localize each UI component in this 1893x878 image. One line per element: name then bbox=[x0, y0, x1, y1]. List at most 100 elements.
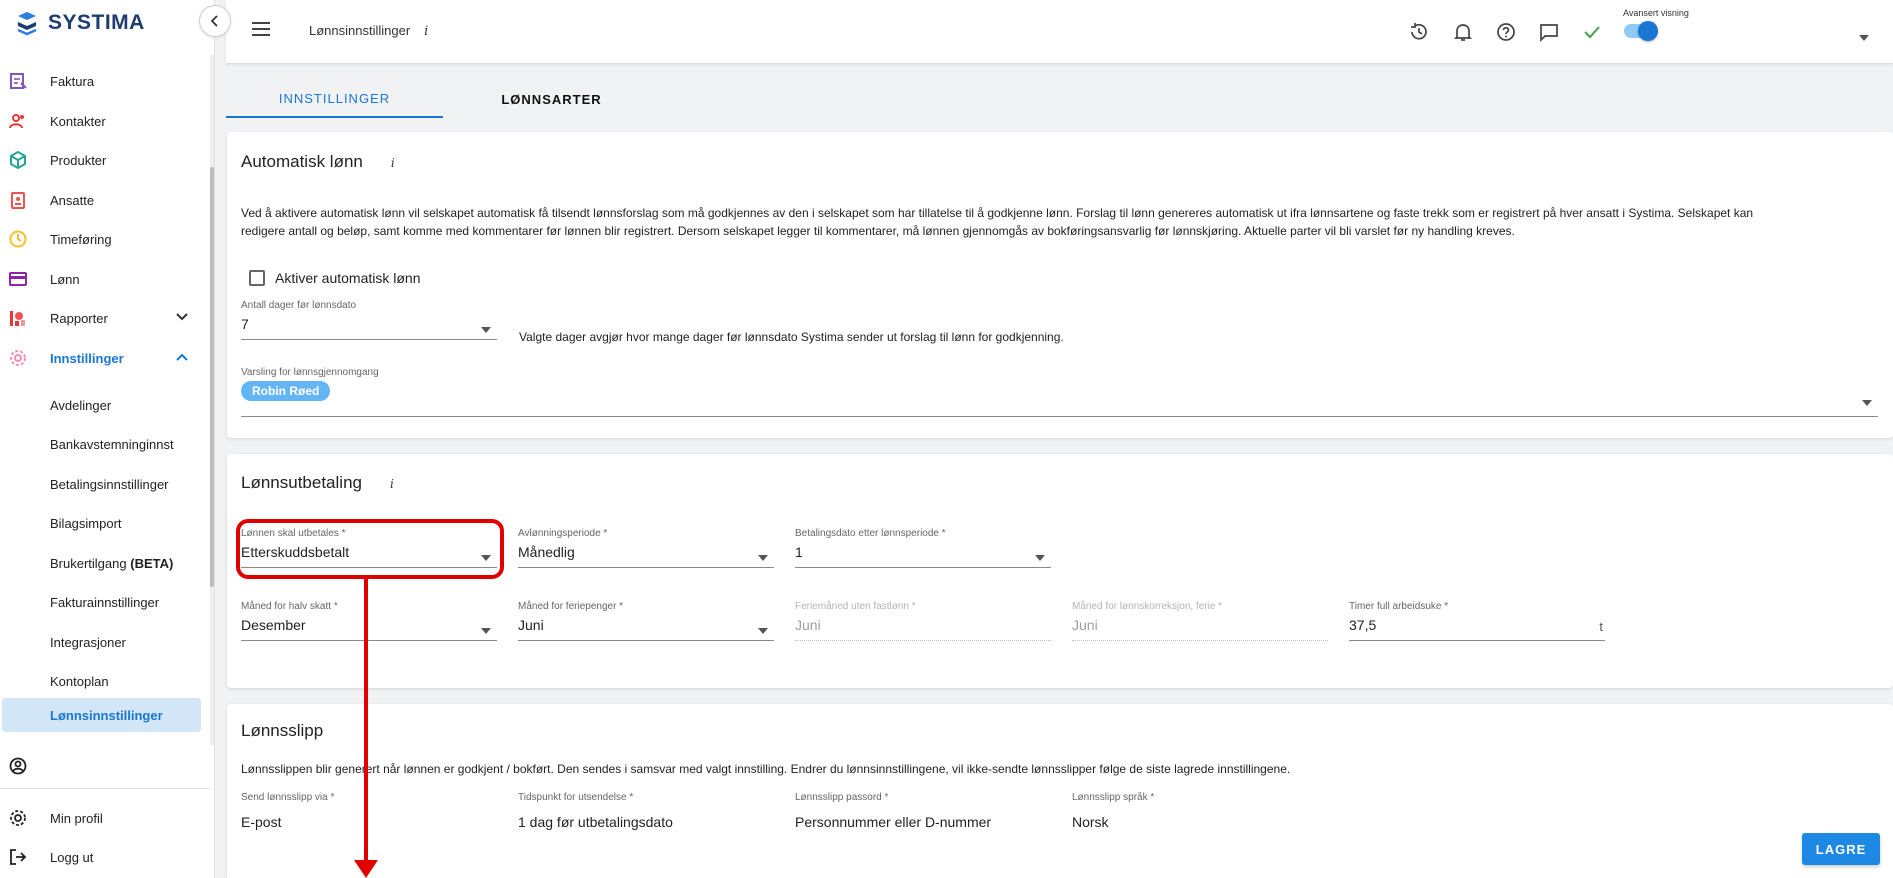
history-icon[interactable] bbox=[1407, 20, 1431, 44]
account-circle-icon bbox=[8, 756, 28, 776]
sidebar-item-label: Faktura bbox=[50, 73, 95, 89]
sidebar-subitem-label: Kontoplan bbox=[50, 674, 109, 689]
employee-badge-icon bbox=[8, 190, 28, 210]
chevron-up-icon[interactable] bbox=[175, 349, 189, 367]
sidebar-scrollbar-thumb[interactable] bbox=[210, 167, 214, 587]
holiday-pay-month-select[interactable]: Måned for feriepenger * Juni bbox=[518, 601, 774, 641]
field-value: 37,5 bbox=[1349, 617, 1377, 633]
payment-date-select[interactable]: Betalingsdato etter lønnsperiode * 1 bbox=[795, 528, 1051, 568]
payslip-title: Lønnsslipp bbox=[241, 721, 324, 740]
sidebar-subitem-brukertilgang[interactable]: Brukertilgang (BETA) bbox=[0, 545, 205, 581]
sidebar: SYSTIMA Faktura Kontakter Produkter Ansa… bbox=[0, 0, 215, 878]
sidebar-subitem-bilagsimport[interactable]: Bilagsimport bbox=[0, 505, 205, 541]
advanced-view-label: Avansert visning bbox=[1623, 8, 1689, 18]
field-label: Antall dager før lønnsdato bbox=[241, 300, 357, 311]
caret-down-icon bbox=[481, 621, 491, 639]
field-underline bbox=[1349, 640, 1605, 641]
sidebar-item-faktura[interactable]: Faktura bbox=[0, 63, 205, 99]
auto-salary-checkbox-label: Aktiver automatisk lønn bbox=[275, 270, 421, 286]
payslip-send-time-select[interactable]: Tidspunkt for utsendelse * 1 dag før utb… bbox=[518, 792, 774, 878]
hamburger-menu-icon[interactable] bbox=[252, 21, 272, 42]
sidebar-item-label: Rapporter bbox=[50, 310, 108, 326]
info-icon[interactable]: i bbox=[390, 477, 394, 491]
tab-innstillinger[interactable]: INNSTILLINGER bbox=[226, 80, 443, 118]
field-label: Måned for feriepenger * bbox=[518, 601, 624, 612]
sidebar-item-timeforing[interactable]: Timeføring bbox=[0, 221, 205, 257]
auto-salary-checkbox-row[interactable]: Aktiver automatisk lønn bbox=[249, 270, 421, 286]
sidebar-item-innstillinger[interactable]: Innstillinger bbox=[0, 340, 205, 376]
chat-icon[interactable] bbox=[1537, 20, 1561, 44]
user-chip-robin[interactable]: Robin Røed bbox=[241, 381, 331, 401]
sidebar-item-min-profil[interactable]: Min profil bbox=[0, 800, 205, 836]
tab-lonnsarter[interactable]: LØNNSARTER bbox=[443, 80, 660, 118]
field-label: Send lønnsslipp via * bbox=[241, 792, 335, 803]
sidebar-item-lonn[interactable]: Lønn bbox=[0, 261, 205, 297]
chevron-left-icon bbox=[210, 15, 218, 27]
field-label: Feriemåned uten fastlønn * bbox=[795, 601, 916, 612]
days-before-payday-select[interactable]: Antall dager før lønnsdato 7 bbox=[241, 300, 497, 340]
logout-icon bbox=[8, 847, 28, 867]
sidebar-subitem-betalingsinnstillinger[interactable]: Betalingsinnstillinger bbox=[0, 466, 205, 502]
sidebar-subitem-lonnsinnstillinger[interactable]: Lønnsinnstillinger bbox=[2, 698, 201, 732]
sidebar-item-kontakter[interactable]: Kontakter bbox=[0, 103, 205, 139]
chevron-down-icon[interactable] bbox=[175, 309, 189, 327]
field-underline bbox=[1072, 640, 1328, 641]
field-label: Avlønningsperiode * bbox=[518, 528, 608, 539]
sidebar-subitem-label: Avdelinger bbox=[50, 398, 112, 413]
payslip-language-select[interactable]: Lønnsslipp språk * Norsk bbox=[1072, 792, 1328, 878]
bell-icon[interactable] bbox=[1451, 20, 1475, 44]
sidebar-subitem-label: Lønnsinnstillinger bbox=[50, 708, 163, 723]
caret-down-icon bbox=[1035, 548, 1045, 566]
info-icon[interactable]: i bbox=[424, 24, 428, 39]
sidebar-divider bbox=[0, 788, 210, 789]
brukertilgang-label: Brukertilgang bbox=[50, 556, 127, 571]
field-underline bbox=[795, 640, 1051, 641]
sidebar-item-label: Lønn bbox=[50, 271, 80, 287]
page-title: Lønnsinnstillinger i bbox=[309, 23, 428, 39]
field-label: Måned for halv skatt * bbox=[241, 601, 338, 612]
sidebar-item-label: Kontakter bbox=[50, 113, 106, 129]
contacts-icon bbox=[8, 111, 28, 131]
sidebar-subitem-fakturainnstillinger[interactable]: Fakturainnstillinger bbox=[0, 584, 205, 620]
sidebar-item-produkter[interactable]: Produkter bbox=[0, 142, 205, 178]
field-value: 7 bbox=[241, 316, 249, 332]
sidebar-subitem-bankavstemninginnst[interactable]: Bankavstemninginnst bbox=[0, 426, 205, 462]
field-underline bbox=[795, 567, 1051, 568]
sidebar-item-label: Min profil bbox=[50, 810, 103, 826]
sidebar-subitem-kontoplan[interactable]: Kontoplan bbox=[0, 663, 205, 699]
save-button[interactable]: LAGRE bbox=[1802, 833, 1880, 865]
sidebar-item-rapporter[interactable]: Rapporter bbox=[0, 300, 205, 336]
info-icon[interactable]: i bbox=[391, 156, 395, 170]
check-status-icon[interactable] bbox=[1580, 20, 1604, 44]
sidebar-account-avatar[interactable] bbox=[0, 748, 205, 784]
field-underline bbox=[518, 567, 774, 568]
field-label: Betalingsdato etter lønnsperiode * bbox=[795, 528, 946, 539]
auto-salary-checkbox[interactable] bbox=[249, 270, 265, 286]
collapse-sidebar-button[interactable] bbox=[199, 5, 231, 37]
caret-down-icon bbox=[1862, 393, 1872, 411]
brand-logo[interactable]: SYSTIMA bbox=[14, 10, 145, 36]
page-title-text: Lønnsinnstillinger bbox=[309, 23, 411, 38]
account-dropdown-icon[interactable] bbox=[1859, 28, 1869, 46]
gear-icon bbox=[8, 808, 28, 828]
sidebar-item-logg-ut[interactable]: Logg ut bbox=[0, 839, 205, 875]
advanced-view-toggle[interactable] bbox=[1624, 21, 1658, 41]
systima-logo-icon bbox=[17, 12, 37, 36]
notify-review-select[interactable]: Varsling for lønnsgjennomgang bbox=[241, 367, 1878, 417]
field-label: Måned for lønnskorreksjon, ferie * bbox=[1072, 601, 1223, 612]
toggle-knob bbox=[1638, 21, 1658, 41]
pay-period-select[interactable]: Avlønningsperiode * Månedlig bbox=[518, 528, 774, 568]
sidebar-scrollbar[interactable] bbox=[210, 55, 214, 745]
payslip-password-select[interactable]: Lønnsslipp passord * Personnummer eller … bbox=[795, 792, 1051, 878]
sidebar-subitem-avdelinger[interactable]: Avdelinger bbox=[0, 387, 205, 423]
full-work-week-hours-input[interactable]: Timer full arbeidsuke * 37,5 t bbox=[1349, 601, 1605, 641]
sidebar-subitem-label: Brukertilgang (BETA) bbox=[50, 556, 173, 571]
sidebar-subitem-integrasjoner[interactable]: Integrasjoner bbox=[0, 624, 205, 660]
sidebar-item-ansatte[interactable]: Ansatte bbox=[0, 182, 205, 218]
field-label: Lønnsslipp passord * bbox=[795, 792, 889, 803]
sidebar-item-label: Timeføring bbox=[50, 231, 112, 247]
field-value: 1 dag før utbetalingsdato bbox=[518, 814, 673, 830]
half-tax-month-select[interactable]: Måned for halv skatt * Desember bbox=[241, 601, 497, 641]
field-value: E-post bbox=[241, 814, 282, 830]
help-icon[interactable] bbox=[1494, 20, 1518, 44]
